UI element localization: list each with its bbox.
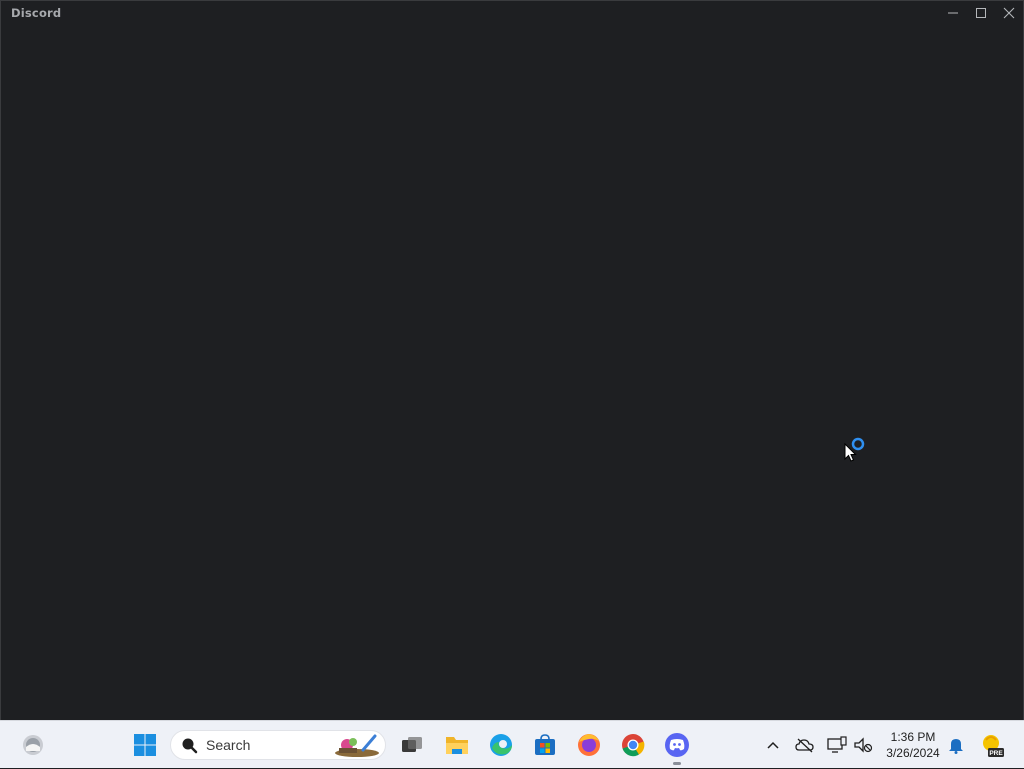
close-icon xyxy=(1003,7,1015,19)
file-explorer-button[interactable] xyxy=(442,721,472,769)
search-icon xyxy=(182,738,198,754)
edge-icon xyxy=(490,734,512,756)
file-explorer-icon xyxy=(446,737,468,754)
title-bar[interactable]: Discord xyxy=(1,1,1023,25)
search-placeholder: Search xyxy=(206,737,251,753)
discord-window: Discord xyxy=(0,0,1024,720)
insider-preview-icon: PRE xyxy=(983,735,1004,757)
taskbar: Search 1:36 PM 3/26/2024 PRE xyxy=(0,720,1024,768)
insider-preview-button[interactable]: PRE xyxy=(978,721,1006,769)
minimize-button[interactable] xyxy=(939,1,967,25)
discord-icon xyxy=(665,733,689,757)
window-controls xyxy=(939,1,1023,25)
task-view-button[interactable] xyxy=(398,721,426,769)
show-hidden-icons-button[interactable] xyxy=(762,721,784,769)
search-highlight-icon xyxy=(335,734,379,757)
bell-icon xyxy=(949,739,963,754)
speaker-muted-icon xyxy=(854,737,873,753)
task-view-icon xyxy=(402,737,422,752)
cloud-offline-icon xyxy=(795,738,814,753)
widgets-icon xyxy=(23,735,43,755)
firefox-button[interactable] xyxy=(574,721,604,769)
edge-button[interactable] xyxy=(486,721,516,769)
widgets-button[interactable] xyxy=(18,721,48,769)
store-button[interactable] xyxy=(530,721,560,769)
minimize-icon xyxy=(948,12,958,14)
window-title: Discord xyxy=(11,6,62,20)
volume-button[interactable] xyxy=(851,721,875,769)
chevron-up-icon xyxy=(767,741,779,749)
start-icon xyxy=(134,734,156,756)
app-content-area xyxy=(1,25,1023,720)
maximize-button[interactable] xyxy=(967,1,995,25)
maximize-icon xyxy=(976,8,986,18)
store-icon xyxy=(535,734,555,755)
clock-time: 1:36 PM xyxy=(890,730,936,744)
firefox-icon xyxy=(578,734,600,756)
onedrive-button[interactable] xyxy=(793,721,817,769)
preview-badge-label: PRE xyxy=(989,750,1003,757)
busy-cursor-icon xyxy=(844,437,865,462)
taskbar-search-box[interactable]: Search xyxy=(170,730,386,760)
chrome-icon xyxy=(622,734,645,757)
close-button[interactable] xyxy=(995,1,1023,25)
clock[interactable]: 1:36 PM 3/26/2024 xyxy=(880,729,946,761)
notifications-button[interactable] xyxy=(946,721,966,769)
start-button[interactable] xyxy=(130,721,160,769)
clock-date: 3/26/2024 xyxy=(886,746,940,760)
discord-running-indicator xyxy=(673,762,681,765)
network-button[interactable] xyxy=(825,721,849,769)
network-icon xyxy=(827,736,847,753)
chrome-button[interactable] xyxy=(618,721,648,769)
